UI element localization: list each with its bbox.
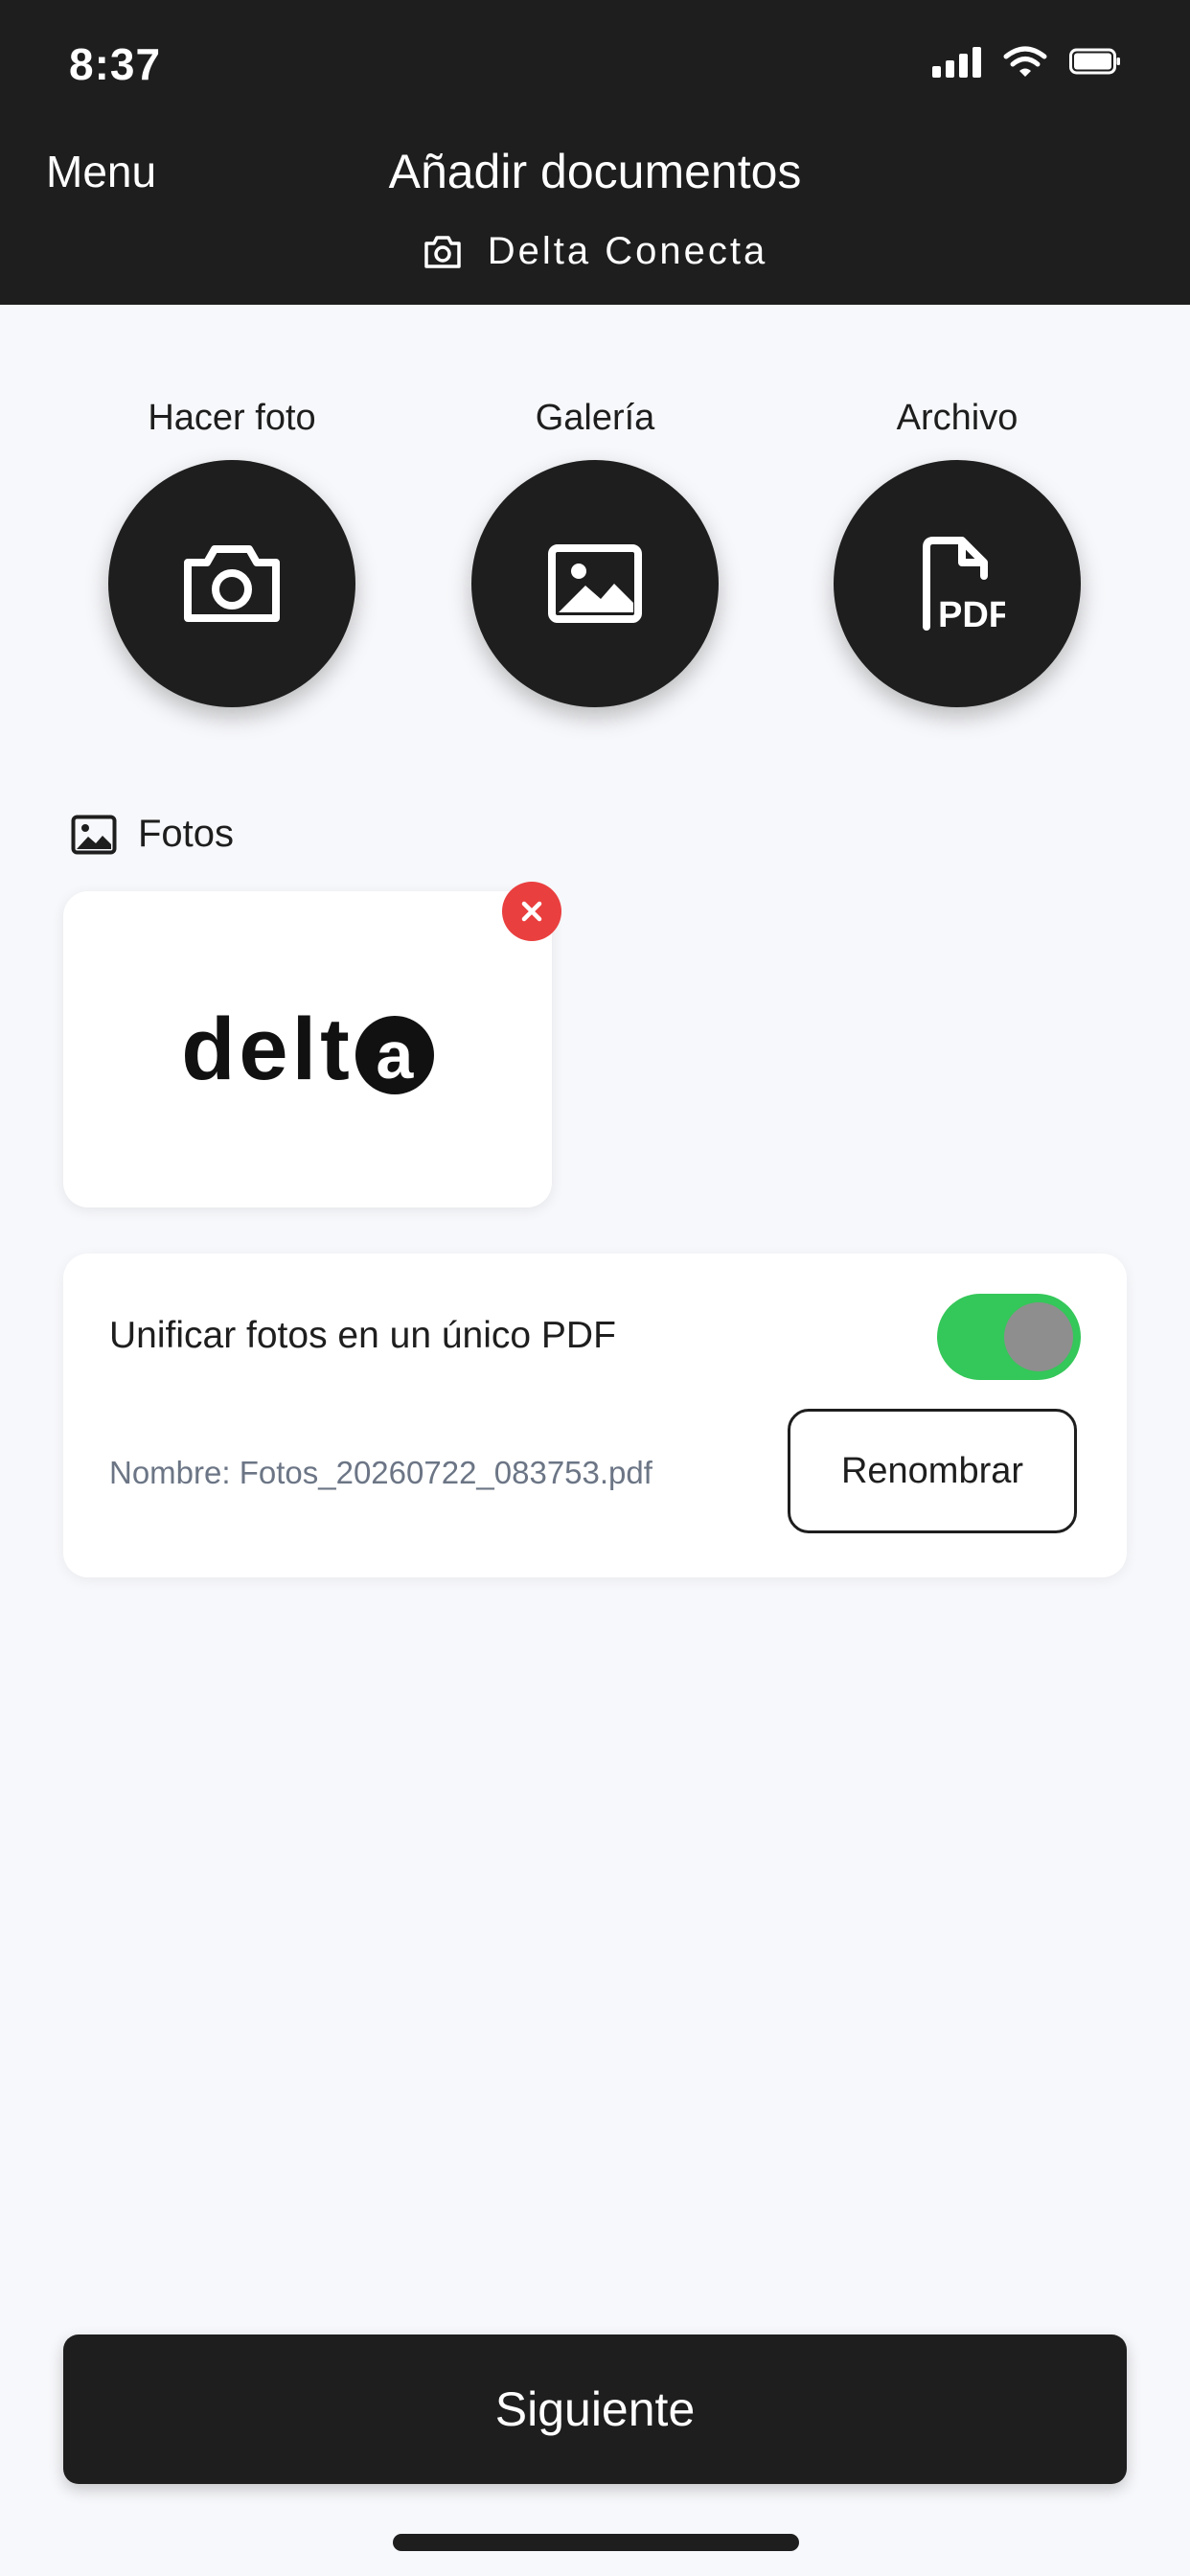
wifi-icon <box>1003 46 1047 77</box>
unify-pdf-toggle[interactable] <box>937 1294 1081 1380</box>
status-time: 8:37 <box>69 39 162 89</box>
file-button[interactable]: PDF <box>834 460 1081 707</box>
logo-text: delt <box>181 1000 354 1098</box>
photos-section-title: Fotos <box>138 813 235 855</box>
remove-photo-button[interactable] <box>502 882 561 941</box>
next-button[interactable]: Siguiente <box>63 2334 1127 2484</box>
page-title: Añadir documentos <box>388 145 802 198</box>
home-indicator[interactable] <box>393 2534 799 2551</box>
file-action[interactable]: Archivo PDF <box>813 391 1101 707</box>
image-icon <box>71 815 117 854</box>
subtitle-text: Delta Conecta <box>487 230 768 272</box>
gallery-action[interactable]: Galería <box>451 391 739 707</box>
take-photo-label: Hacer foto <box>148 398 316 438</box>
file-label: Archivo <box>896 398 1018 438</box>
camera-icon <box>424 235 461 268</box>
photo-thumbnail[interactable]: delt a <box>63 891 552 1208</box>
photos-section-header: Fotos <box>71 813 234 856</box>
status-icons <box>932 44 1121 79</box>
take-photo-button[interactable] <box>108 460 355 707</box>
pdf-file-icon: PDF <box>923 537 1005 632</box>
camera-icon <box>184 545 280 622</box>
take-photo-action[interactable]: Hacer foto <box>88 391 376 707</box>
gallery-label: Galería <box>535 398 655 438</box>
app-screen: 8:37 Menu Añadir documentos Delta Conect… <box>0 0 1190 2576</box>
logo-circle-letter: a <box>355 1016 434 1094</box>
cellular-signal-icon <box>932 45 981 78</box>
toggle-knob <box>1004 1302 1073 1371</box>
svg-text:PDF: PDF <box>938 595 1005 632</box>
battery-icon <box>1069 48 1120 75</box>
header-subtitle: Delta Conecta <box>0 230 1190 273</box>
rename-button[interactable]: Renombrar <box>788 1409 1077 1533</box>
unify-pdf-label: Unificar fotos en un único PDF <box>109 1315 616 1356</box>
pdf-filename: Nombre: Fotos_20260722_083753.pdf <box>109 1455 652 1490</box>
unify-pdf-card: Unificar fotos en un único PDF Nombre: F… <box>63 1254 1127 1577</box>
header: 8:37 Menu Añadir documentos Delta Conect… <box>0 0 1190 305</box>
delta-logo: delt a <box>181 1000 434 1100</box>
close-icon <box>521 901 542 922</box>
gallery-button[interactable] <box>471 460 719 707</box>
image-icon <box>548 544 642 623</box>
